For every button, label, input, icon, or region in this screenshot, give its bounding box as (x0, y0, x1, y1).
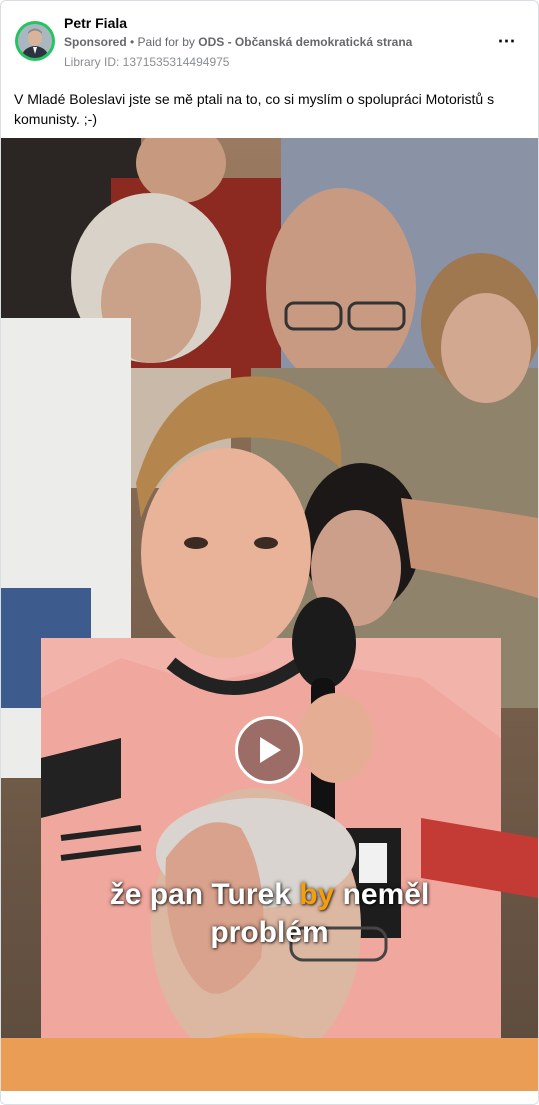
video-player[interactable]: že pan Turek by neměl problém (1, 138, 538, 1091)
sponsor-line: Sponsored • Paid for by ODS - Občanská d… (64, 35, 412, 49)
post-header: Petr Fiala Sponsored • Paid for by ODS -… (1, 1, 538, 81)
payer-name[interactable]: ODS - Občanská demokratická strana (198, 35, 412, 49)
play-button[interactable] (235, 716, 303, 784)
subtitle-text-end: neměl (334, 878, 430, 911)
post-caption: V Mladé Boleslavi jste se mě ptali na to… (14, 91, 495, 127)
video-subtitle-line2: problém (210, 916, 329, 949)
card-footer (1, 1091, 538, 1104)
sponsored-label: Sponsored (64, 35, 127, 49)
video-subtitle-line1: že pan Turek by neměl (1, 878, 538, 912)
subtitle-text: že pan Turek (109, 878, 300, 911)
avatar-photo (18, 24, 52, 58)
page-avatar[interactable] (15, 21, 55, 61)
page-name[interactable]: Petr Fiala (64, 15, 127, 31)
library-id: Library ID: 1371535314494975 (64, 55, 230, 69)
play-icon (260, 737, 281, 763)
more-options-icon[interactable]: ⋯ (493, 29, 521, 53)
separator-dot: • (126, 35, 138, 49)
subtitle-highlight: by (299, 878, 335, 911)
ad-card: Petr Fiala Sponsored • Paid for by ODS -… (0, 0, 539, 1105)
paid-for-prefix: Paid for by (137, 35, 199, 49)
